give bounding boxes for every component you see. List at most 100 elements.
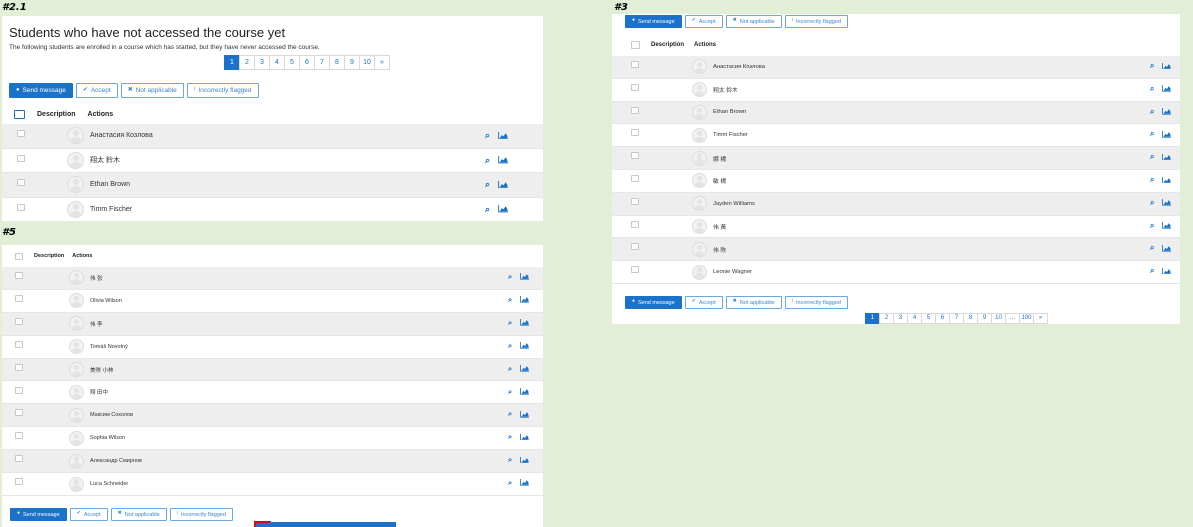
- row-checkbox[interactable]: [15, 409, 23, 417]
- page-link[interactable]: 5: [921, 313, 936, 324]
- magnifier-icon[interactable]: ⌕: [508, 410, 512, 418]
- student-name[interactable]: 敏 楊: [713, 176, 726, 185]
- student-name[interactable]: 美咲 小林: [90, 366, 114, 374]
- magnifier-icon[interactable]: ⌕: [508, 387, 512, 396]
- area-chart-icon[interactable]: [498, 180, 509, 189]
- magnifier-icon[interactable]: ⌕: [1150, 267, 1154, 275]
- magnifier-icon[interactable]: ⌕: [1150, 221, 1154, 230]
- page-link[interactable]: 10: [359, 55, 375, 70]
- student-name[interactable]: Ethan Brown: [713, 109, 746, 115]
- magnifier-icon[interactable]: ⌕: [508, 342, 512, 350]
- row-checkbox[interactable]: [17, 154, 25, 162]
- incorrectly-flagged-button[interactable]: ! Incorrectly flagged: [169, 508, 233, 521]
- student-name[interactable]: Анастасия Козлова: [713, 64, 765, 70]
- page-link[interactable]: [339, 522, 354, 527]
- student-name[interactable]: 翔 田中: [90, 388, 108, 396]
- page-link[interactable]: 4: [269, 55, 285, 70]
- magnifier-icon[interactable]: ⌕: [508, 479, 512, 487]
- next-page-link[interactable]: »: [374, 55, 390, 70]
- magnifier-icon[interactable]: ⌕: [508, 433, 512, 441]
- magnifier-icon[interactable]: ⌕: [1150, 107, 1154, 116]
- row-checkbox[interactable]: [15, 294, 23, 302]
- student-name[interactable]: Luca Schneider: [90, 481, 128, 487]
- page-link[interactable]: 3: [254, 55, 270, 70]
- page-link[interactable]: [283, 522, 298, 527]
- accept-button[interactable]: ✔ Accept: [75, 83, 118, 98]
- area-chart-icon[interactable]: [520, 410, 530, 418]
- area-chart-icon[interactable]: [520, 319, 530, 326]
- page-link[interactable]: [353, 522, 368, 527]
- incorrectly-flagged-button[interactable]: ! Incorrectly flagged: [784, 15, 848, 28]
- student-name[interactable]: 娜 楊: [713, 154, 726, 163]
- magnifier-icon[interactable]: ⌕: [508, 319, 512, 327]
- page-link[interactable]: [297, 522, 312, 527]
- student-name[interactable]: Jayden Williams: [713, 201, 755, 207]
- page-link[interactable]: [325, 522, 340, 527]
- row-checkbox[interactable]: [631, 106, 639, 114]
- incorrectly-flagged-button[interactable]: ! Incorrectly flagged: [784, 296, 848, 309]
- row-checkbox[interactable]: [15, 363, 23, 371]
- magnifier-icon[interactable]: ⌕: [1150, 198, 1154, 207]
- area-chart-icon[interactable]: [520, 479, 530, 487]
- page-link[interactable]: 10: [991, 313, 1006, 324]
- accept-button[interactable]: ✔ Accept: [684, 15, 723, 28]
- area-chart-icon[interactable]: [1162, 244, 1172, 252]
- accept-button[interactable]: ✔ Accept: [69, 508, 108, 521]
- area-chart-icon[interactable]: [1162, 130, 1172, 138]
- row-checkbox[interactable]: [15, 317, 23, 325]
- page-link[interactable]: 2: [239, 55, 255, 70]
- row-checkbox[interactable]: [631, 220, 639, 228]
- row-checkbox[interactable]: [15, 272, 23, 279]
- page-link[interactable]: [311, 522, 326, 527]
- magnifier-icon[interactable]: ⌕: [1150, 153, 1154, 161]
- magnifier-icon[interactable]: ⌕: [508, 456, 512, 464]
- row-checkbox[interactable]: [631, 129, 639, 137]
- page-link[interactable]: 1: [224, 55, 240, 70]
- page-link[interactable]: 6: [299, 55, 315, 70]
- magnifier-icon[interactable]: ⌕: [1150, 176, 1154, 184]
- area-chart-icon[interactable]: [1162, 222, 1172, 229]
- row-checkbox[interactable]: [15, 386, 23, 394]
- page-link[interactable]: 2: [879, 313, 894, 324]
- area-chart-icon[interactable]: [1162, 85, 1172, 92]
- student-name[interactable]: Максим Соколов: [90, 412, 133, 418]
- area-chart-icon[interactable]: [498, 156, 509, 164]
- student-name[interactable]: Ethan Brown: [90, 181, 130, 188]
- page-link[interactable]: [254, 521, 271, 527]
- student-name[interactable]: Olivia Wilson: [90, 298, 122, 304]
- row-checkbox[interactable]: [631, 175, 639, 182]
- student-name[interactable]: Александр Смирнов: [90, 458, 142, 464]
- page-link[interactable]: 8: [963, 313, 978, 324]
- area-chart-icon[interactable]: [520, 456, 530, 464]
- magnifier-icon[interactable]: ⌕: [1150, 244, 1154, 252]
- row-checkbox[interactable]: [15, 455, 23, 463]
- page-link[interactable]: [381, 522, 396, 527]
- send-message-button[interactable]: ● Send message: [10, 508, 67, 521]
- area-chart-icon[interactable]: [520, 364, 530, 372]
- page-link[interactable]: 9: [977, 313, 992, 324]
- magnifier-icon[interactable]: ⌕: [485, 180, 490, 189]
- student-name[interactable]: Анастасия Козлова: [90, 132, 153, 139]
- student-name[interactable]: Timm Fischer: [713, 132, 748, 138]
- page-link[interactable]: 100: [1019, 313, 1034, 324]
- area-chart-icon[interactable]: [520, 273, 530, 280]
- not-applicable-button[interactable]: ✖ Not applicable: [120, 83, 184, 98]
- row-checkbox[interactable]: [15, 478, 23, 486]
- page-link[interactable]: 9: [344, 55, 360, 70]
- area-chart-icon[interactable]: [1162, 153, 1172, 161]
- send-message-button[interactable]: ● Send message: [625, 296, 682, 309]
- magnifier-icon[interactable]: ⌕: [1150, 62, 1154, 70]
- magnifier-icon[interactable]: ⌕: [485, 155, 490, 165]
- select-all-checkbox[interactable]: [631, 41, 640, 49]
- area-chart-icon[interactable]: [1162, 108, 1172, 115]
- page-link[interactable]: 1: [865, 313, 880, 324]
- send-message-button[interactable]: ● Send message: [625, 15, 682, 28]
- row-checkbox[interactable]: [631, 83, 639, 91]
- student-name[interactable]: 伟 李: [90, 320, 103, 328]
- row-checkbox[interactable]: [631, 61, 639, 68]
- page-link[interactable]: 7: [949, 313, 964, 324]
- student-name[interactable]: 伟 陈: [713, 245, 726, 254]
- not-applicable-button[interactable]: ✖ Not applicable: [110, 508, 167, 521]
- magnifier-icon[interactable]: ⌕: [485, 131, 490, 140]
- area-chart-icon[interactable]: [1162, 199, 1172, 206]
